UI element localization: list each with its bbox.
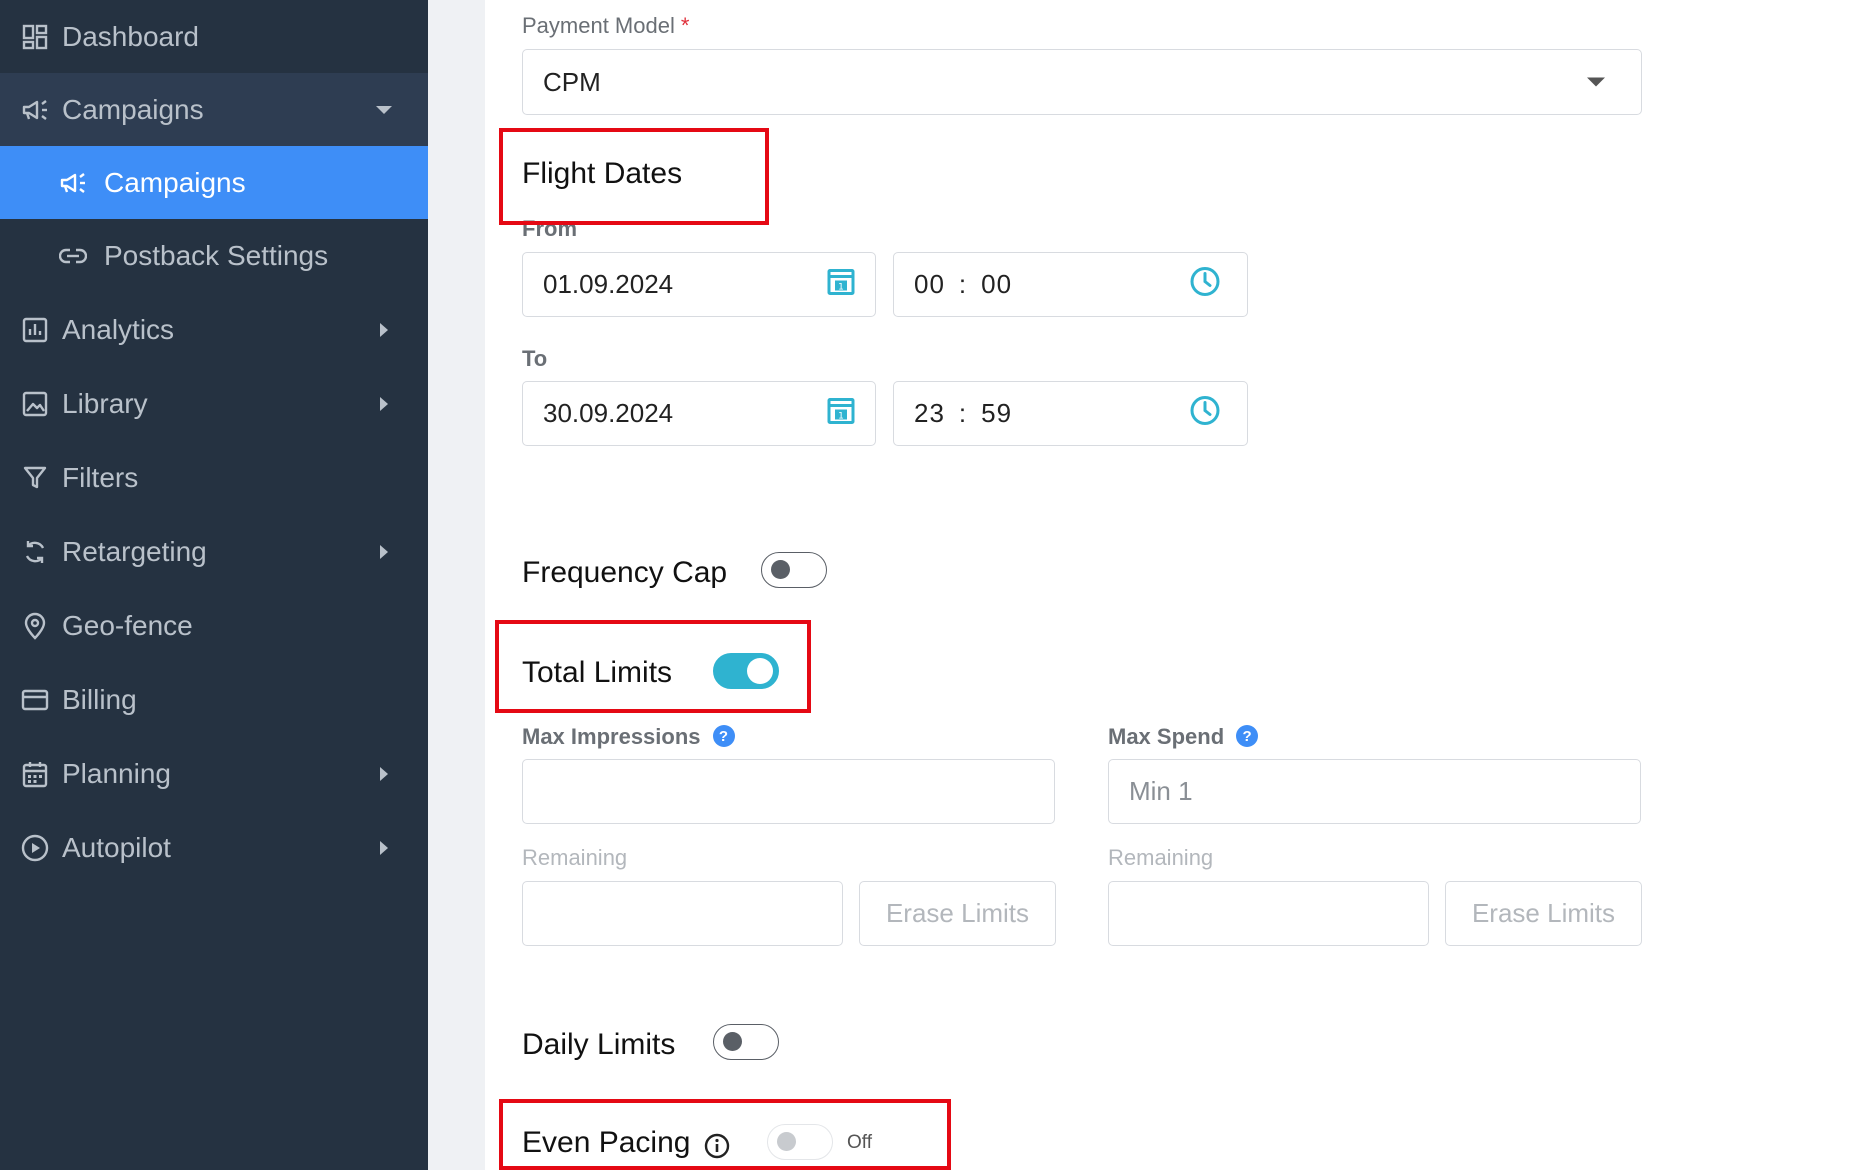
from-date-input[interactable]: 01.09.2024 1 [522, 252, 876, 317]
remaining-impressions-input [522, 881, 843, 946]
frequency-cap-toggle[interactable] [761, 552, 827, 588]
payment-model-value: CPM [543, 66, 601, 97]
sidebar-subitem-campaigns[interactable]: Campaigns [0, 146, 428, 219]
max-impressions-input[interactable] [522, 759, 1055, 824]
remaining-spend-input [1108, 881, 1429, 946]
daily-limits-toggle[interactable] [713, 1024, 779, 1060]
time-separator: : [958, 398, 968, 428]
chevron-right-icon [380, 840, 388, 855]
caret-down-icon [1587, 77, 1605, 87]
to-label: To [522, 346, 548, 371]
sidebar-item-filters[interactable]: Filters [0, 441, 428, 514]
calendar-icon[interactable]: 1 [827, 396, 855, 431]
chevron-down-icon [376, 105, 392, 114]
chart-icon [20, 315, 50, 345]
sidebar-item-label: Autopilot [62, 831, 171, 863]
sidebar-item-planning[interactable]: Planning [0, 737, 428, 810]
sidebar-item-analytics[interactable]: Analytics [0, 293, 428, 366]
max-spend-input[interactable]: Min 1 [1108, 759, 1641, 824]
refresh-icon [20, 537, 50, 567]
daily-limits-label: Daily Limits [522, 1028, 676, 1061]
from-hour[interactable]: 00 [914, 269, 945, 300]
svg-text:1: 1 [838, 282, 844, 292]
sidebar-item-label: Analytics [62, 313, 175, 345]
to-time-input[interactable]: 23 : 59 [893, 381, 1248, 446]
link-icon [58, 241, 88, 271]
sidebar-item-autopilot[interactable]: Autopilot [0, 811, 428, 884]
even-pacing-label: Even Pacing [522, 1126, 691, 1159]
time-separator: : [958, 269, 968, 299]
svg-text:1: 1 [838, 411, 844, 421]
max-impressions-label: Max Impressions? [522, 724, 735, 750]
chevron-right-icon [380, 322, 388, 337]
sidebar-item-retargeting[interactable]: Retargeting [0, 515, 428, 588]
max-spend-label: Max Spend? [1108, 724, 1259, 750]
calendar-icon [20, 759, 50, 789]
erase-limits-button[interactable]: Erase Limits [859, 881, 1056, 946]
toggle-knob [777, 1132, 796, 1151]
sidebar-item-label: Billing [62, 683, 137, 715]
sidebar-item-label: Campaigns [62, 93, 204, 125]
total-limits-toggle[interactable] [713, 653, 779, 689]
total-limits-label: Total Limits [522, 656, 673, 689]
sidebar-subitem-postback-settings[interactable]: Postback Settings [0, 219, 428, 292]
sidebar-item-billing[interactable]: Billing [0, 663, 428, 736]
sidebar: Dashboard Campaigns Campaigns Postback S… [0, 0, 428, 1170]
payment-model-select[interactable]: CPM [522, 49, 1642, 115]
clock-icon[interactable] [1189, 265, 1221, 304]
even-pacing-toggle[interactable] [767, 1124, 833, 1160]
calendar-icon[interactable]: 1 [827, 267, 855, 302]
sidebar-item-label: Library [62, 387, 148, 419]
info-icon[interactable] [704, 1133, 730, 1164]
help-icon[interactable]: ? [712, 725, 735, 748]
sidebar-item-label: Retargeting [62, 535, 207, 567]
remaining-impressions-label: Remaining [522, 845, 628, 870]
megaphone-icon [58, 168, 88, 198]
campaign-form: Payment Model * CPM Flight Dates From 01.… [485, 0, 1850, 1170]
sidebar-item-geo-fence[interactable]: Geo-fence [0, 589, 428, 662]
help-icon[interactable]: ? [1236, 725, 1259, 748]
remaining-spend-label: Remaining [1108, 845, 1214, 870]
sidebar-item-dashboard[interactable]: Dashboard [0, 0, 428, 73]
play-circle-icon [20, 833, 50, 863]
image-icon [20, 389, 50, 419]
clock-icon[interactable] [1189, 394, 1221, 433]
map-pin-icon [20, 611, 50, 641]
sidebar-item-label: Campaigns [104, 166, 246, 198]
even-pacing-state: Off [847, 1132, 872, 1153]
chevron-right-icon [380, 766, 388, 781]
max-spend-placeholder: Min 1 [1129, 776, 1193, 806]
sidebar-item-label: Planning [62, 757, 171, 789]
credit-card-icon [20, 685, 50, 715]
sidebar-item-label: Dashboard [62, 20, 199, 52]
content-gutter [428, 0, 485, 1170]
to-hour[interactable]: 23 [914, 398, 945, 429]
flight-dates-highlight [499, 128, 769, 225]
from-minute[interactable]: 00 [981, 269, 1012, 300]
required-mark: * [680, 13, 690, 38]
toggle-knob [747, 658, 773, 684]
sidebar-item-label: Filters [62, 461, 139, 493]
sidebar-item-campaigns[interactable]: Campaigns [0, 73, 428, 146]
dashboard-icon [20, 22, 50, 52]
chevron-right-icon [380, 396, 388, 411]
frequency-cap-label: Frequency Cap [522, 556, 728, 589]
from-time-input[interactable]: 00 : 00 [893, 252, 1248, 317]
from-date-value: 01.09.2024 [543, 269, 674, 299]
sidebar-item-library[interactable]: Library [0, 367, 428, 440]
erase-limits-button[interactable]: Erase Limits [1445, 881, 1642, 946]
toggle-knob [723, 1032, 742, 1051]
to-date-value: 30.09.2024 [543, 398, 674, 428]
chevron-right-icon [380, 544, 388, 559]
to-date-input[interactable]: 30.09.2024 1 [522, 381, 876, 446]
megaphone-icon [20, 95, 50, 125]
toggle-knob [771, 560, 790, 579]
sidebar-item-label: Geo-fence [62, 609, 193, 641]
to-minute[interactable]: 59 [981, 398, 1012, 429]
filter-icon [20, 463, 50, 493]
payment-model-label: Payment Model * [522, 13, 690, 38]
sidebar-item-label: Postback Settings [104, 239, 329, 271]
